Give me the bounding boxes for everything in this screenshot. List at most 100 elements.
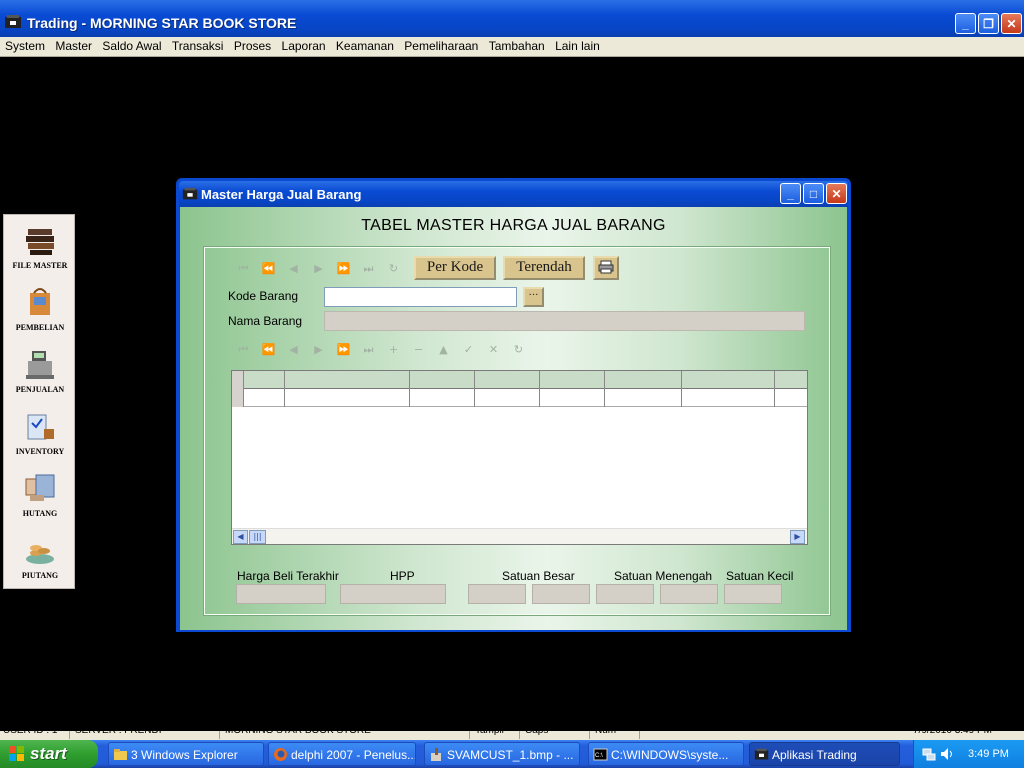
sidebar-label: PENJUALAN [15,385,65,394]
hpp-label: HPP [390,569,415,583]
menu-system[interactable]: System [0,37,45,53]
task-command-prompt[interactable]: C:\ C:\WINDOWS\syste... [588,742,744,766]
menu-bar: System Master Saldo Awal Transaksi Prose… [0,37,1024,57]
grid-column [475,371,540,407]
harga-beli-terakhir-field[interactable] [236,584,326,604]
task-label: C:\WINDOWS\syste... [611,748,729,762]
next-record-button[interactable]: ▶ [306,343,331,357]
prev-record-button[interactable]: ◀ [281,262,306,276]
terendah-button[interactable]: Terendah [503,256,585,280]
status-server: SERVER : FRENDI [72,731,220,739]
task-firefox[interactable]: delphi 2007 - Penelus... [268,742,416,766]
post-record-button[interactable]: ✓ [456,343,481,357]
next-page-button[interactable]: ⏩ [331,343,356,357]
kode-lookup-button[interactable]: ··· [523,287,544,307]
prev-page-button[interactable]: ⏪ [256,343,281,357]
per-kode-button[interactable]: Per Kode [414,256,496,280]
kode-barang-input[interactable] [324,287,517,307]
satuan-besar-label: Satuan Besar [502,569,575,583]
horizontal-scrollbar[interactable]: ◀ ||| ▶ [232,528,807,544]
nama-barang-label: Nama Barang [228,314,303,328]
next-record-button[interactable]: ▶ [306,262,331,276]
satuan-besar-field[interactable] [468,584,526,604]
form-body: TABEL MASTER HARGA JUAL BARANG ⏮ ⏪ ◀ ▶ ⏩… [180,207,847,630]
menu-keamanan[interactable]: Keamanan [331,37,394,53]
prev-page-button[interactable]: ⏪ [256,262,281,276]
refresh-button[interactable]: ↻ [381,262,406,276]
maximize-button[interactable]: □ [803,183,824,204]
close-button[interactable]: ✕ [1001,13,1022,34]
sidebar-item-inventory[interactable]: INVENTORY [4,409,76,456]
hpp-field[interactable] [340,584,446,604]
harga-beli-terakhir-label: Harga Beli Terakhir [237,569,339,583]
first-record-button[interactable]: ⏮ [231,262,256,276]
scroll-left-button[interactable]: ◀ [233,530,248,544]
menu-transaksi[interactable]: Transaksi [167,37,224,53]
print-button[interactable] [593,256,619,280]
nama-barang-field[interactable] [324,311,805,331]
menu-master[interactable]: Master [50,37,92,53]
menu-lain-lain[interactable]: Lain lain [550,37,600,53]
taskbar: start 3 Windows Explorer delphi 2007 - P… [0,740,1024,768]
last-record-button[interactable]: ⏭ [356,262,381,276]
sidebar-item-piutang[interactable]: PIUTANG [4,533,76,580]
task-paint[interactable]: SVAMCUST_1.bmp - ... [424,742,580,766]
data-grid[interactable]: ◀ ||| ▶ [231,370,808,545]
menu-saldo-awal[interactable]: Saldo Awal [97,37,161,53]
sidebar-item-file-master[interactable]: FILE MASTER [4,223,76,270]
coins-icon [26,545,54,564]
satuan-besar-qty-field[interactable] [532,584,590,604]
close-button[interactable]: ✕ [826,183,847,204]
sidebar-item-hutang[interactable]: HUTANG [4,471,76,518]
cmd-icon: C:\ [593,748,608,761]
grid-column [410,371,475,407]
next-page-button[interactable]: ⏩ [331,262,356,276]
prev-record-button[interactable]: ◀ [281,343,306,357]
sidebar-label: INVENTORY [15,447,65,456]
status-store: MORNING STAR BOOK STORE [222,731,470,739]
ledger-icon [25,474,55,501]
network-icon[interactable] [922,747,936,761]
status-num: Num [592,731,640,739]
nav-toolbar-grid: ⏮ ⏪ ◀ ▶ ⏩ ⏭ + − ▲ ✓ ✕ ↻ [231,343,531,357]
scroll-right-button[interactable]: ▶ [790,530,805,544]
start-button[interactable]: start [0,740,98,768]
app-title-bar: Trading - MORNING STAR BOOK STORE _ ❐ ✕ [0,0,1024,37]
minimize-button[interactable]: _ [955,13,976,34]
minimize-button[interactable]: _ [780,183,801,204]
task-label: 3 Windows Explorer [131,748,238,762]
edit-record-button[interactable]: ▲ [431,343,456,357]
menu-pemeliharaan[interactable]: Pemeliharaan [399,37,478,53]
clipboard-icon [27,414,54,440]
sidebar-item-penjualan[interactable]: PENJUALAN [4,347,76,394]
satuan-menengah-field[interactable] [596,584,654,604]
satuan-menengah-qty-field[interactable] [660,584,718,604]
last-record-button[interactable]: ⏭ [356,343,381,357]
menu-tambahan[interactable]: Tambahan [484,37,545,53]
volume-icon[interactable] [940,747,954,761]
window-title: Master Harga Jual Barang [201,187,362,202]
refresh-button[interactable]: ↻ [506,343,531,357]
scroll-thumb[interactable]: ||| [249,530,266,544]
grid-column [244,371,285,407]
sidebar-label: FILE MASTER [12,261,68,270]
clock[interactable]: 3:49 PM [968,748,1009,760]
insert-record-button[interactable]: + [381,343,406,357]
satuan-menengah-label: Satuan Menengah [614,569,713,583]
menu-proses[interactable]: Proses [229,37,271,53]
app-icon [182,187,198,200]
delete-record-button[interactable]: − [406,343,431,357]
first-record-button[interactable]: ⏮ [231,343,256,357]
satuan-kecil-field[interactable] [724,584,782,604]
sidebar-item-pembelian[interactable]: PEMBELIAN [4,285,76,332]
cash-register-icon [26,351,54,379]
task-aplikasi-trading[interactable]: Aplikasi Trading [749,742,900,766]
task-windows-explorer[interactable]: 3 Windows Explorer [108,742,264,766]
window-title-bar: Master Harga Jual Barang _ □ ✕ [179,181,848,207]
app-icon [5,15,21,28]
firefox-icon [274,748,287,761]
restore-button[interactable]: ❐ [978,13,999,34]
cancel-record-button[interactable]: ✕ [481,343,506,357]
menu-laporan[interactable]: Laporan [277,37,326,53]
status-caps: Caps [522,731,590,739]
